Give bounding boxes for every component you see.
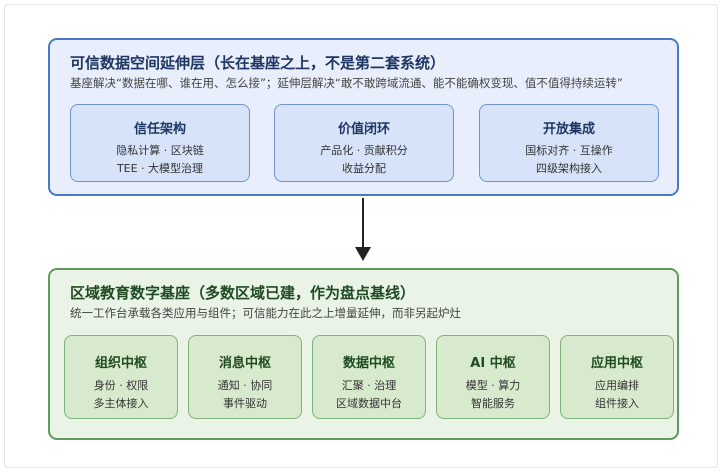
card-line: 国标对齐 · 互操作 [525,144,613,157]
card-org-hub: 组织中枢 身份 · 权限 多主体接入 [64,335,178,419]
card-data-hub: 数据中枢 汇聚 · 治理 区域数据中台 [312,335,426,419]
card-title: 数据中枢 [342,356,395,371]
card-title: AI 中枢 [470,356,516,371]
card-line: 事件驱动 [223,397,267,410]
card-title: 价值闭环 [337,122,390,137]
card-line: 隐私计算 · 区块链 [116,144,204,157]
card-line: 区域数据中台 [336,397,402,410]
card-title: 开放集成 [542,122,595,137]
card-value-loop: 价值闭环 产品化 · 贡献积分 收益分配 [274,104,454,182]
card-title: 组织中枢 [94,356,147,371]
card-ai-hub: AI 中枢 模型 · 算力 智能服务 [436,335,550,419]
card-message-hub: 消息中枢 通知 · 协同 事件驱动 [188,335,302,419]
arrow-head [355,247,371,261]
trust-extension-layer: 可信数据空间延伸层（长在基座之上，不是第二套系统） 基座解决“数据在哪、谁在用、… [48,38,679,196]
card-line: 通知 · 协同 [217,379,273,392]
card-line: 多主体接入 [93,397,149,410]
card-line: TEE · 大模型治理 [116,162,204,175]
digital-base-layer: 区域教育数字基座（多数区域已建，作为盘点基线） 统一工作台承载各类应用与组件；可… [48,268,679,440]
card-line: 应用编排 [595,379,639,392]
card-line: 四级架构接入 [536,162,602,175]
card-title: 消息中枢 [218,356,271,371]
base-layer-subtitle: 统一工作台承载各类应用与组件；可信能力在此之上增量延伸，而非另起炉灶 [70,306,461,320]
base-layer-title: 区域教育数字基座（多数区域已建，作为盘点基线） [70,284,416,302]
card-line: 汇聚 · 治理 [341,379,397,392]
card-line: 智能服务 [471,397,515,410]
card-line: 收益分配 [342,162,386,175]
card-line: 产品化 · 贡献积分 [320,144,408,157]
card-trust-architecture: 信任架构 隐私计算 · 区块链 TEE · 大模型治理 [70,104,250,182]
card-title: 信任架构 [133,122,186,137]
card-line: 模型 · 算力 [465,379,521,392]
card-open-integration: 开放集成 国标对齐 · 互操作 四级架构接入 [479,104,659,182]
card-title: 应用中枢 [590,356,643,371]
trust-layer-title: 可信数据空间延伸层（长在基座之上，不是第二套系统） [70,54,446,72]
trust-layer-subtitle: 基座解决“数据在哪、谁在用、怎么接”；延伸层解决“敢不敢跨域流通、能不能确权变现… [70,76,623,90]
down-arrow-connector [355,198,371,261]
card-line: 组件接入 [595,397,639,410]
card-line: 身份 · 权限 [93,379,149,392]
card-app-hub: 应用中枢 应用编排 组件接入 [560,335,674,419]
